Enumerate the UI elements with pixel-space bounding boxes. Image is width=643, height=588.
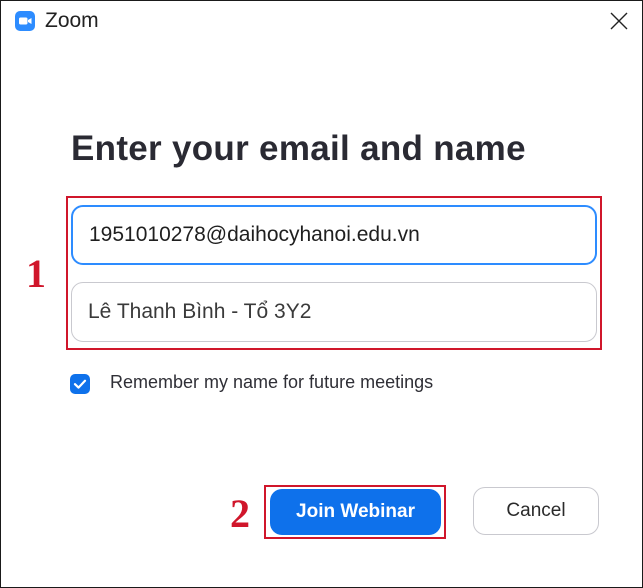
close-icon: [610, 12, 628, 30]
annotation-marker-2: 2: [230, 491, 250, 536]
zoom-camera-icon: [15, 11, 35, 31]
join-webinar-button[interactable]: Join Webinar: [270, 489, 441, 535]
title-bar: Zoom: [1, 1, 642, 41]
window-title: Zoom: [45, 9, 99, 32]
cancel-button[interactable]: Cancel: [473, 487, 599, 535]
page-title: Enter your email and name: [71, 129, 526, 168]
remember-name-checkbox[interactable]: [70, 374, 90, 394]
email-field[interactable]: [71, 205, 597, 265]
annotation-marker-1: 1: [26, 251, 46, 296]
name-field[interactable]: [71, 282, 597, 342]
checkmark-icon: [73, 379, 87, 389]
remember-name-label: Remember my name for future meetings: [110, 372, 434, 392]
close-button[interactable]: [600, 3, 638, 39]
